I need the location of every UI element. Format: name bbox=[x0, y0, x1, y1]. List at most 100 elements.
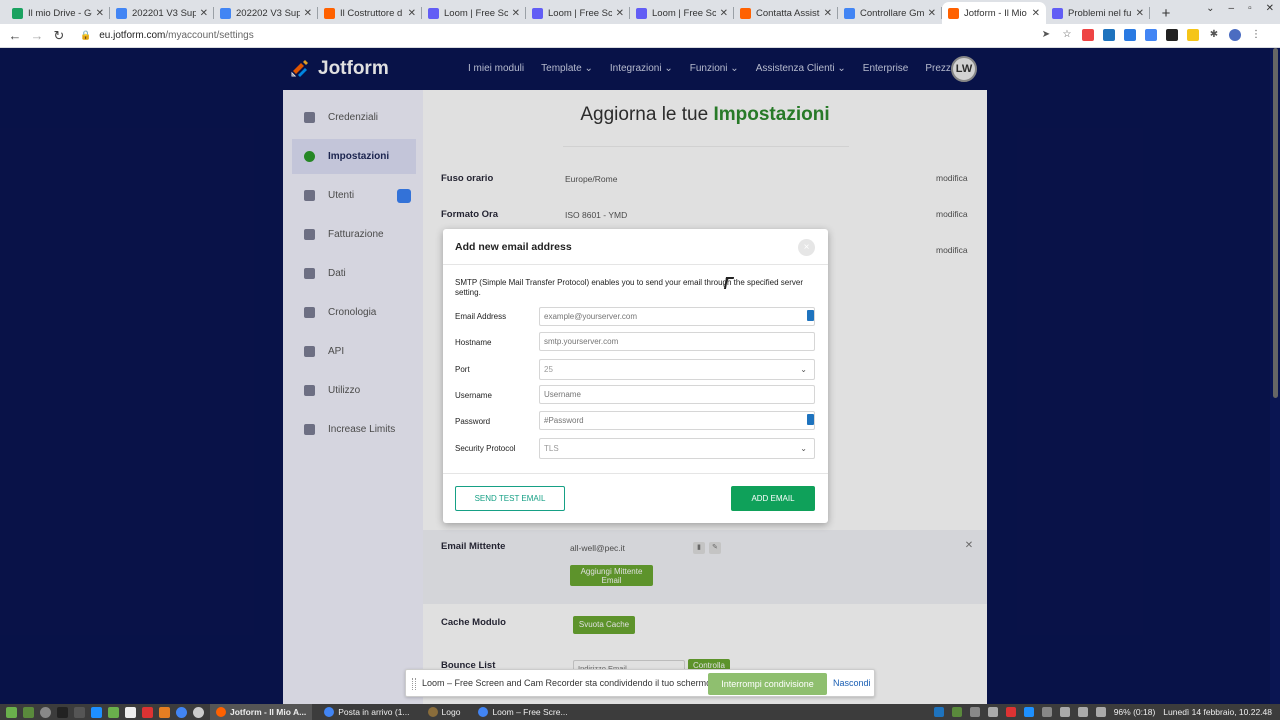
tab-close-icon[interactable]: ✕ bbox=[720, 8, 728, 19]
browser-tab[interactable]: Loom | Free Scr ✕ bbox=[630, 2, 734, 24]
extension-icon[interactable] bbox=[1166, 29, 1178, 41]
url-field[interactable]: 🔒 eu.jotform.com/myaccount/settings bbox=[80, 30, 254, 41]
browser-tab[interactable]: Il mio Drive - Go ✕ bbox=[6, 2, 110, 24]
chrome-icon[interactable] bbox=[176, 706, 187, 718]
new-tab-button[interactable]: + bbox=[1156, 2, 1176, 24]
shield-icon[interactable] bbox=[951, 707, 962, 717]
files-icon[interactable] bbox=[74, 706, 85, 718]
forward-icon[interactable]: → bbox=[26, 28, 48, 43]
document-icon[interactable] bbox=[125, 706, 136, 718]
tab-title: Loom | Free Scr bbox=[652, 7, 716, 19]
chevron-down-icon[interactable]: ⌄ bbox=[1206, 3, 1214, 14]
add-email-button[interactable]: ADD EMAIL bbox=[731, 486, 815, 511]
menu-icon[interactable] bbox=[6, 706, 17, 718]
mail-icon[interactable] bbox=[1005, 707, 1016, 717]
folder-icon[interactable] bbox=[108, 706, 119, 718]
browser-tab[interactable]: Jotform - Il Mio ✕ bbox=[942, 2, 1046, 24]
tab-close-icon[interactable]: ✕ bbox=[304, 8, 312, 19]
tab-close-icon[interactable]: ✕ bbox=[824, 8, 832, 19]
more-icon[interactable]: ⋮ bbox=[1250, 29, 1262, 41]
tab-close-icon[interactable]: ✕ bbox=[512, 8, 520, 19]
taskbar: Jotform - Il Mio A... Posta in arrivo (1.… bbox=[0, 704, 1280, 720]
port-select[interactable]: 25 ⌄ bbox=[539, 359, 815, 380]
hide-button[interactable]: Nascondi bbox=[833, 678, 871, 688]
tab-favicon-icon bbox=[1052, 7, 1063, 19]
browser-tab[interactable]: Loom | Free Scr ✕ bbox=[526, 2, 630, 24]
app-icon[interactable] bbox=[193, 706, 204, 718]
extension-icon[interactable] bbox=[1187, 29, 1199, 41]
app-icon[interactable] bbox=[91, 706, 102, 718]
username-input[interactable] bbox=[539, 385, 815, 404]
network-icon[interactable] bbox=[969, 707, 980, 717]
system-tray: 96% (0:18) Lunedì 14 febbraio, 10.22.48 bbox=[933, 704, 1272, 720]
security-protocol-value: TLS bbox=[544, 444, 559, 453]
modal-footer-divider bbox=[443, 473, 828, 474]
tab-favicon-icon bbox=[324, 7, 335, 19]
tab-close-icon[interactable]: ✕ bbox=[96, 8, 104, 19]
tab-close-icon[interactable]: ✕ bbox=[408, 8, 416, 19]
close-icon[interactable]: × bbox=[798, 239, 815, 256]
clock-icon[interactable] bbox=[40, 706, 51, 718]
clipboard-icon[interactable] bbox=[1041, 707, 1052, 717]
wifi-icon[interactable] bbox=[1059, 707, 1070, 717]
browser-tab[interactable]: 202201 V3 Supe ✕ bbox=[110, 2, 214, 24]
taskbar-task[interactable]: Jotform - Il Mio A... bbox=[210, 704, 313, 720]
close-window-button[interactable]: ✕ bbox=[1266, 3, 1274, 14]
extension-icon[interactable] bbox=[1145, 29, 1157, 41]
extension-icon[interactable] bbox=[1082, 29, 1094, 41]
bluetooth-icon[interactable] bbox=[933, 707, 944, 717]
tab-favicon-icon bbox=[12, 7, 23, 19]
taskbar-task[interactable]: Posta in arrivo (1... bbox=[318, 704, 415, 720]
terminal-icon[interactable] bbox=[57, 706, 68, 718]
scrollbar-thumb[interactable] bbox=[1273, 48, 1278, 398]
password-manager-icon[interactable] bbox=[807, 414, 814, 425]
app-icon[interactable] bbox=[142, 706, 153, 718]
password-input[interactable] bbox=[539, 411, 815, 430]
extension-icon[interactable] bbox=[1103, 29, 1115, 41]
browser-tab[interactable]: Il Costruttore d ✕ bbox=[318, 2, 422, 24]
tab-close-icon[interactable]: ✕ bbox=[1032, 8, 1040, 19]
tab-close-icon[interactable]: ✕ bbox=[616, 8, 624, 19]
security-protocol-select[interactable]: TLS ⌄ bbox=[539, 438, 815, 459]
password-manager-icon[interactable] bbox=[807, 310, 814, 321]
star-icon[interactable]: ☆ bbox=[1061, 29, 1073, 41]
stop-sharing-button[interactable]: Interrompi condivisione bbox=[708, 673, 827, 695]
browser-tab[interactable]: 202202 V3 Supe ✕ bbox=[214, 2, 318, 24]
app-icon[interactable] bbox=[1023, 707, 1034, 717]
tab-close-icon[interactable]: ✕ bbox=[928, 8, 936, 19]
password-label: Password bbox=[455, 417, 491, 426]
task-app-icon bbox=[216, 707, 226, 717]
profile-icon[interactable] bbox=[1229, 29, 1241, 41]
extensions-toolbar: ➤ ☆ ✱ ⋮ bbox=[1040, 29, 1262, 41]
tab-close-icon[interactable]: ✕ bbox=[200, 8, 208, 19]
browser-tab[interactable]: Controllare Gm ✕ bbox=[838, 2, 942, 24]
browser-tab[interactable]: Problemi nel fu ✕ bbox=[1046, 2, 1150, 24]
browser-tab[interactable]: Contatta Assist ✕ bbox=[734, 2, 838, 24]
taskbar-task[interactable]: Loom – Free Scre... bbox=[472, 704, 573, 720]
reload-icon[interactable]: ↻ bbox=[48, 28, 70, 44]
send-test-email-button[interactable]: SEND TEST EMAIL bbox=[455, 486, 565, 511]
tab-favicon-icon bbox=[844, 7, 855, 19]
desktop-icon[interactable] bbox=[23, 706, 34, 718]
security-protocol-label: Security Protocol bbox=[455, 444, 516, 453]
url-domain: eu.jotform.com bbox=[99, 30, 166, 41]
minimize-button[interactable]: – bbox=[1229, 3, 1235, 14]
send-icon[interactable]: ➤ bbox=[1040, 29, 1052, 41]
volume-icon[interactable] bbox=[1077, 707, 1088, 717]
browser-tab[interactable]: Loom | Free Scr ✕ bbox=[422, 2, 526, 24]
tab-close-icon[interactable]: ✕ bbox=[1136, 8, 1144, 19]
modal-description: SMTP (Simple Mail Transfer Protocol) ena… bbox=[455, 278, 804, 297]
settings-icon[interactable] bbox=[987, 707, 998, 717]
battery-icon[interactable] bbox=[1095, 707, 1106, 717]
email-address-input[interactable] bbox=[539, 307, 815, 326]
hostname-input[interactable] bbox=[539, 332, 815, 351]
drag-handle[interactable] bbox=[412, 678, 416, 690]
app-icon[interactable] bbox=[159, 706, 170, 718]
tab-favicon-icon bbox=[116, 7, 127, 19]
puzzle-icon[interactable]: ✱ bbox=[1208, 29, 1220, 41]
clock[interactable]: Lunedì 14 febbraio, 10.22.48 bbox=[1163, 707, 1272, 717]
extension-icon[interactable] bbox=[1124, 29, 1136, 41]
maximize-button[interactable]: ▫ bbox=[1248, 3, 1252, 14]
taskbar-task[interactable]: Logo bbox=[422, 704, 467, 720]
back-icon[interactable]: ← bbox=[4, 28, 26, 43]
